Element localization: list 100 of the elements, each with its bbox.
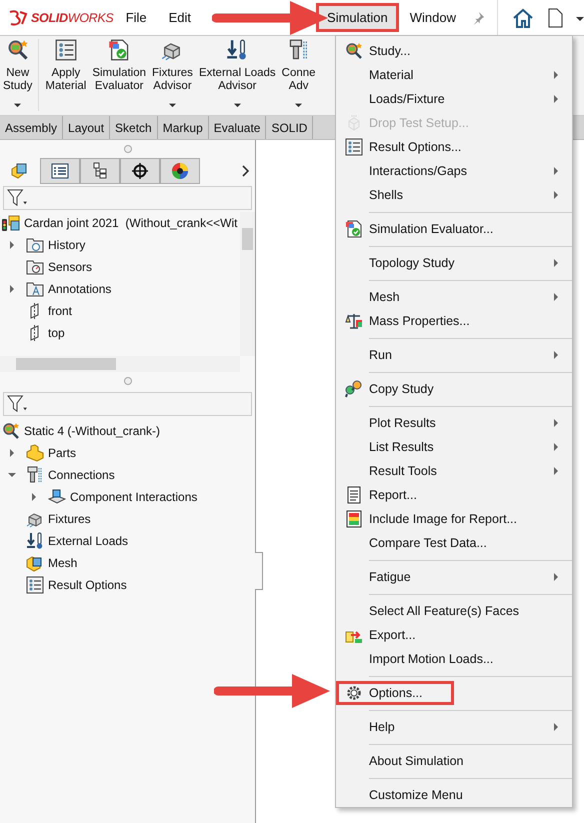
list-icon xyxy=(26,576,44,594)
tree-item[interactable]: Cardan joint 2021 (Without_crank<<Wit xyxy=(24,216,238,230)
ribbon-button[interactable]: Simulation Evaluator xyxy=(89,39,150,93)
panel-collapse-handle[interactable] xyxy=(255,552,263,590)
menu-item[interactable]: Fatigue xyxy=(336,565,572,589)
menu-item[interactable]: Export... xyxy=(336,623,572,647)
tree-item[interactable]: Fixtures xyxy=(48,512,91,526)
command-tab[interactable]: Markup xyxy=(158,116,209,139)
menu-item[interactable]: File xyxy=(114,3,158,32)
menu-item[interactable]: Import Motion Loads... xyxy=(336,647,572,671)
caret-icon[interactable] xyxy=(168,101,176,108)
tree-item[interactable]: front xyxy=(48,304,72,318)
expand-arrow-icon[interactable] xyxy=(8,241,16,249)
menu-item[interactable]: Options... xyxy=(336,681,454,705)
submenu-arrow-icon xyxy=(553,167,559,175)
tree-item[interactable]: Result Options xyxy=(48,578,127,592)
bolt-icon xyxy=(26,466,44,484)
menu-item[interactable]: Result Tools xyxy=(336,459,572,483)
ribbon-button[interactable]: Apply Material xyxy=(42,39,90,93)
menu-item[interactable]: Topology Study xyxy=(336,251,572,275)
tree-item[interactable]: Mesh xyxy=(48,556,78,570)
filter-field[interactable] xyxy=(3,392,252,416)
chevron-right-icon[interactable] xyxy=(241,165,249,177)
menu-item[interactable]: Loads/Fixture xyxy=(336,87,572,111)
tree-item[interactable]: Annotations xyxy=(48,282,112,296)
expand-arrow-icon[interactable] xyxy=(8,449,16,457)
menu-item[interactable]: Window xyxy=(398,3,467,32)
checked-document-icon xyxy=(108,39,130,61)
balance-icon xyxy=(345,312,363,330)
ribbon-button[interactable]: External Loads Advisor xyxy=(196,39,279,108)
filter-icon[interactable] xyxy=(6,189,28,207)
part-icon xyxy=(11,162,29,180)
crosshair-icon xyxy=(131,162,149,180)
command-tab[interactable]: Sketch xyxy=(110,116,158,139)
home-icon[interactable] xyxy=(512,6,534,28)
tree-item[interactable]: Static 4 (-Without_crank-) xyxy=(24,424,160,438)
tree-item[interactable]: History xyxy=(48,238,86,252)
list-icon xyxy=(345,138,363,156)
command-tab[interactable]: Layout xyxy=(63,116,110,139)
caret-icon[interactable] xyxy=(234,101,241,108)
hierarchy-icon xyxy=(91,162,109,180)
scrollbar[interactable] xyxy=(0,356,240,372)
caret-icon[interactable] xyxy=(14,101,22,108)
bolt-icon xyxy=(288,39,310,61)
expand-arrow-icon[interactable] xyxy=(8,285,16,293)
menu-item[interactable]: Result Options... xyxy=(336,135,572,159)
tree-item[interactable]: Sensors xyxy=(48,260,92,274)
submenu-arrow-icon xyxy=(553,95,559,103)
splitter-handle[interactable] xyxy=(124,145,132,153)
menu-item[interactable]: Help xyxy=(336,715,572,739)
caret-icon[interactable] xyxy=(295,101,302,108)
menu-item[interactable]: List Results xyxy=(336,435,572,459)
pin-icon[interactable] xyxy=(471,10,485,24)
menu-item[interactable]: About Simulation xyxy=(336,749,572,773)
panel-tab[interactable] xyxy=(80,158,120,184)
tree-item[interactable]: Component Interactions xyxy=(70,490,198,504)
collapse-arrow-icon[interactable] xyxy=(8,471,16,479)
filter-icon[interactable] xyxy=(6,395,28,413)
document-icon xyxy=(345,486,363,504)
menu-item[interactable]: Shells xyxy=(336,183,572,207)
assembly-icon xyxy=(2,214,20,232)
command-tab[interactable]: SOLID xyxy=(266,116,314,139)
menu-item[interactable]: Mesh xyxy=(336,285,572,309)
filter-field[interactable] xyxy=(3,186,252,210)
folder-icon xyxy=(26,236,44,254)
menu-item[interactable]: Edit xyxy=(158,3,202,32)
menu-item[interactable]: Material xyxy=(336,63,572,87)
ribbon-button[interactable]: Fixtures Advisor xyxy=(149,39,196,108)
menu-item[interactable]: Study... xyxy=(336,39,572,63)
menu-item[interactable]: Simulation Evaluator... xyxy=(336,217,572,241)
menu-item[interactable]: Run xyxy=(336,343,572,367)
command-tab[interactable]: Assembly xyxy=(0,116,64,139)
panel-tab[interactable] xyxy=(40,158,80,184)
panel-tab[interactable] xyxy=(120,158,160,184)
command-tab[interactable]: Evaluate xyxy=(208,116,266,139)
submenu-arrow-icon xyxy=(553,419,559,427)
menu-item[interactable]: Simulation xyxy=(316,3,399,32)
menu-item[interactable]: Interactions/Gaps xyxy=(336,159,572,183)
menu-item[interactable]: Mass Properties... xyxy=(336,309,572,333)
tree-item[interactable]: top xyxy=(48,326,65,340)
menu-item[interactable]: Customize Menu xyxy=(336,783,572,807)
menu-item[interactable]: Report... xyxy=(336,483,572,507)
menu-item[interactable]: Plot Results xyxy=(336,411,572,435)
menu-item[interactable]: Compare Test Data... xyxy=(336,531,572,555)
menu-item[interactable]: Select All Feature(s) Faces xyxy=(336,599,572,623)
ribbon-button[interactable]: New Study xyxy=(0,39,36,108)
expand-arrow-icon[interactable] xyxy=(30,493,38,501)
property-list-icon xyxy=(51,162,69,180)
tree-item[interactable]: Connections xyxy=(48,468,115,482)
menu-item[interactable]: Include Image for Report... xyxy=(336,507,572,531)
tree-item[interactable]: External Loads xyxy=(48,534,128,548)
ribbon-button[interactable]: Conne Adv xyxy=(278,39,319,108)
scrollbar[interactable] xyxy=(240,212,255,356)
submenu-arrow-icon xyxy=(553,71,559,79)
panel-tab[interactable] xyxy=(160,158,200,184)
tree-item[interactable]: Parts xyxy=(48,446,76,460)
gear-icon xyxy=(345,684,363,702)
menu-item[interactable]: Copy Study xyxy=(336,377,572,401)
logo-icon xyxy=(8,10,28,26)
splitter-handle[interactable] xyxy=(124,377,132,385)
